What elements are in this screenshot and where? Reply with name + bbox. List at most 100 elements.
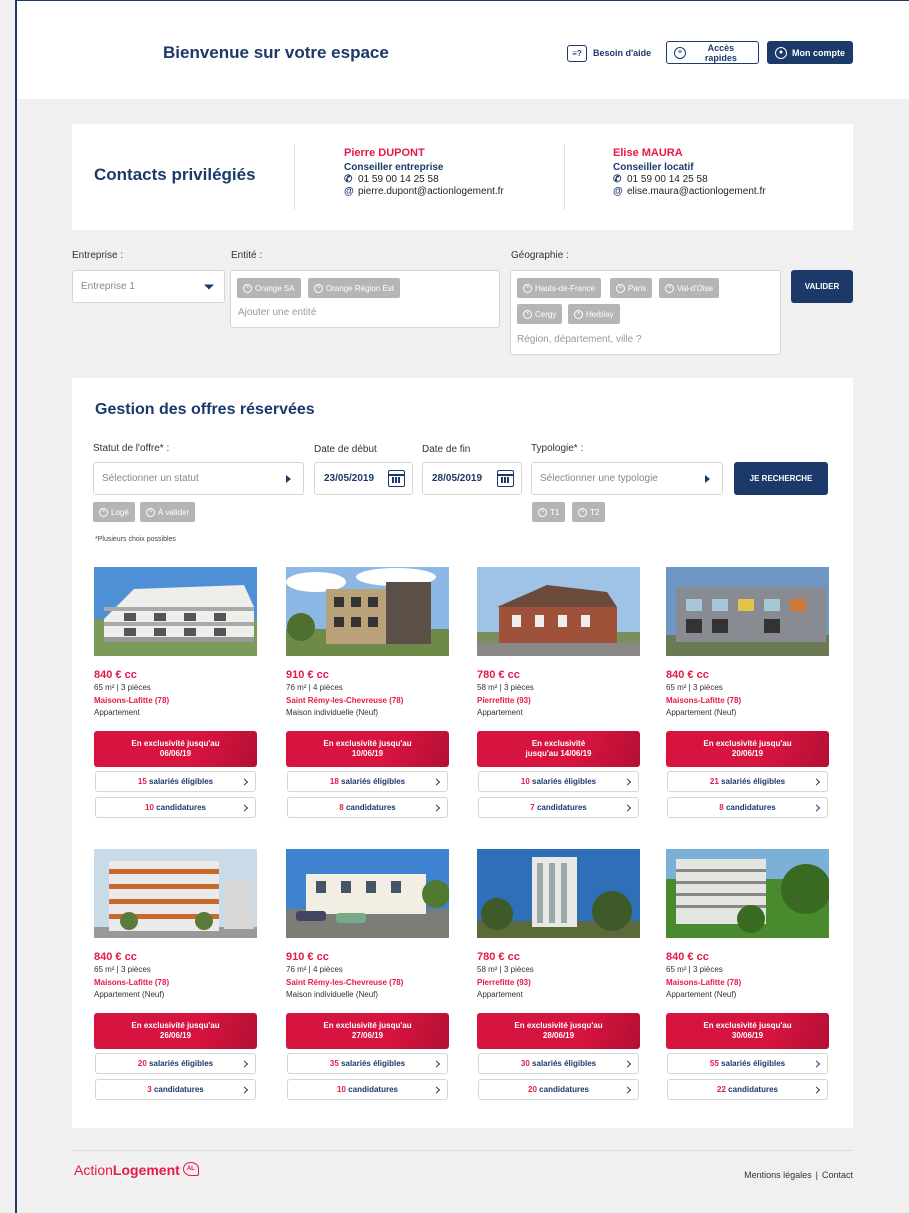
contact-link[interactable]: Contact (822, 1170, 853, 1180)
help-link[interactable]: ≡? Besoin d'aide (567, 42, 651, 64)
end-date-input[interactable]: 28/05/2019 (422, 462, 522, 495)
status-label: Statut de l'offre* : (93, 443, 170, 454)
entite-field[interactable]: × Orange SA × Orange Région Est Ajouter un… (230, 270, 500, 328)
applications-button[interactable]: 20 candidatures (478, 1079, 639, 1100)
remove-icon[interactable]: × (523, 283, 532, 293)
typology-tag[interactable]: × T2 (572, 502, 606, 522)
offer-spec: 76 m² | 4 pièces (286, 683, 343, 692)
entite-input[interactable]: Ajouter une entité (238, 307, 316, 318)
eligible-employees-button[interactable]: 20 salariés éligibles (95, 1053, 256, 1074)
geo-input[interactable]: Région, département, ville ? (517, 334, 642, 345)
entreprise-select[interactable]: Entreprise 1 (72, 270, 225, 303)
geo-tag[interactable]: × Val-d'Oise (659, 278, 720, 298)
chevron-right-icon (240, 803, 249, 812)
offer-location: Saint Rémy-les-Chevreuse (78) (286, 696, 404, 705)
frame-tab (66, 1, 158, 5)
chevron-right-icon (432, 1085, 441, 1094)
at-icon: @ (613, 186, 623, 197)
calendar-icon[interactable] (497, 470, 514, 487)
caret-right-icon (705, 474, 710, 483)
offer-spec: 65 m² | 3 pièces (94, 683, 151, 692)
contacts-panel: Contacts privilégiés Pierre DUPONT Conse… (72, 124, 853, 230)
geo-tag[interactable]: × Cergy (517, 304, 563, 324)
remove-icon[interactable]: × (665, 283, 674, 293)
eligible-employees-button[interactable]: 30 salariés éligibles (478, 1053, 639, 1074)
geo-label: Géographie : (511, 250, 569, 261)
offer-spec: 65 m² | 3 pièces (94, 965, 151, 974)
contact-name: Pierre DUPONT (344, 147, 425, 159)
eligible-employees-button[interactable]: 21 salariés éligibles (667, 771, 828, 792)
quick-access-button[interactable]: ≡ Accès rapides (666, 41, 759, 64)
eligible-employees-button[interactable]: 15 salariés éligibles (95, 771, 256, 792)
applications-button[interactable]: 22 candidatures (667, 1079, 828, 1100)
divider (294, 144, 295, 210)
typology-tag[interactable]: × T1 (532, 502, 566, 522)
geo-tag[interactable]: × Herblay (568, 304, 620, 324)
legal-link[interactable]: Mentions légales (744, 1170, 812, 1180)
account-button[interactable]: ● Mon compte (767, 41, 853, 64)
property-photo (94, 849, 257, 938)
typology-select[interactable]: Sélectionner une typologie (531, 462, 723, 495)
applications-button[interactable]: 10 candidatures (95, 797, 256, 818)
eligible-employees-button[interactable]: 55 salariés éligibles (667, 1053, 828, 1074)
status-tag[interactable]: × À valider (140, 502, 196, 522)
offer-location: Pierrefitte (93) (477, 696, 531, 705)
remove-icon[interactable]: × (574, 309, 583, 319)
contact-role: Conseiller entreprise (344, 162, 444, 173)
exclusivity-banner: En exclusivité jusqu'au 14/06/19 (477, 731, 640, 767)
geo-field[interactable]: × Hauts-de-France × Paris × Val-d'Oise × Cer… (510, 270, 781, 355)
remove-icon[interactable]: × (578, 507, 587, 517)
action-logement-logo[interactable]: Action Logement AL (74, 1162, 199, 1178)
remove-icon[interactable]: × (523, 309, 532, 319)
help-chat-icon: ≡? (567, 44, 587, 62)
entite-tag[interactable]: × Orange Région Est (308, 278, 401, 298)
contact-phone[interactable]: 01 59 00 14 25 58 (358, 174, 439, 186)
offer-type: Appartement (477, 990, 523, 999)
link-separator: | (815, 1170, 818, 1180)
offer-type: Appartement (Neuf) (666, 708, 737, 717)
offer-location: Pierrefitte (93) (477, 978, 531, 987)
applications-button[interactable]: 7 candidatures (478, 797, 639, 818)
remove-icon[interactable]: × (616, 283, 625, 293)
status-select[interactable]: Sélectionner un statut (93, 462, 304, 495)
search-button[interactable]: JE RECHERCHE (734, 462, 828, 495)
entite-tag[interactable]: × Orange SA (237, 278, 301, 298)
contact-phone[interactable]: 01 59 00 14 25 58 (627, 174, 708, 186)
footnote: *Plusieurs choix possibles (95, 536, 176, 543)
contact-email[interactable]: pierre.dupont@actionlogement.fr (358, 186, 504, 198)
at-icon: @ (344, 186, 354, 197)
remove-icon[interactable]: × (243, 283, 252, 293)
help-label: Besoin d'aide (593, 48, 652, 58)
applications-button[interactable]: 8 candidatures (287, 797, 448, 818)
applications-button[interactable]: 10 candidatures (287, 1079, 448, 1100)
chevron-right-icon (623, 1085, 632, 1094)
phone-icon: ✆ (344, 174, 353, 185)
geo-tag[interactable]: × Paris (610, 278, 653, 298)
offer-spec: 58 m² | 3 pièces (477, 683, 534, 692)
contact-card: Elise MAURA Conseiller locatif ✆ 01 59 00… (613, 147, 766, 198)
contact-email[interactable]: elise.maura@actionlogement.fr (627, 186, 766, 198)
remove-icon[interactable]: × (314, 283, 323, 293)
chevron-right-icon (240, 1085, 249, 1094)
chevron-right-icon (432, 1059, 441, 1068)
eligible-employees-button[interactable]: 18 salariés éligibles (287, 771, 448, 792)
remove-icon[interactable]: × (538, 507, 547, 517)
chevron-right-icon (812, 1085, 821, 1094)
status-tag[interactable]: × Logé (93, 502, 135, 522)
start-date-input[interactable]: 23/05/2019 (314, 462, 413, 495)
applications-button[interactable]: 8 candidatures (667, 797, 828, 818)
chevron-right-icon (812, 1059, 821, 1068)
chevron-right-icon (240, 1059, 249, 1068)
remove-icon[interactable]: × (146, 507, 155, 517)
eligible-employees-button[interactable]: 35 salariés éligibles (287, 1053, 448, 1074)
geo-tag[interactable]: × Hauts-de-France (517, 278, 602, 298)
calendar-icon[interactable] (388, 470, 405, 487)
offer-spec: 65 m² | 3 pièces (666, 683, 723, 692)
menu-circle-icon: ≡ (674, 46, 686, 59)
validate-button[interactable]: VALIDER (791, 270, 853, 303)
property-photo (477, 567, 640, 656)
remove-icon[interactable]: × (99, 507, 108, 517)
chevron-right-icon (623, 803, 632, 812)
eligible-employees-button[interactable]: 10 salariés éligibles (478, 771, 639, 792)
applications-button[interactable]: 3 candidatures (95, 1079, 256, 1100)
